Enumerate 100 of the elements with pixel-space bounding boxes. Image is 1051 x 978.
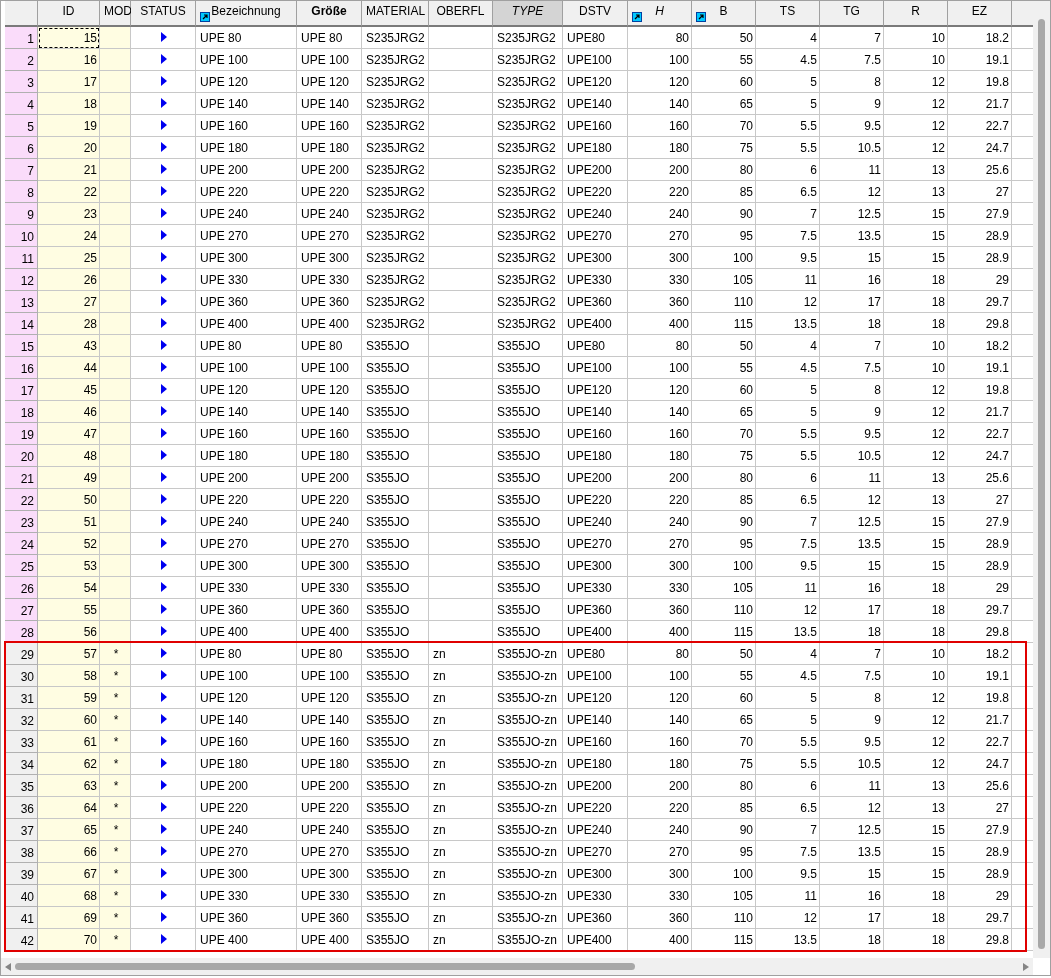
row-header[interactable]: 32 xyxy=(5,709,38,731)
table-cell: UPE 180 xyxy=(297,137,362,159)
vertical-scrollbar[interactable] xyxy=(1033,1,1050,958)
row-header[interactable]: 24 xyxy=(5,533,38,555)
column-header[interactable]: Größe xyxy=(297,1,362,27)
row-header[interactable]: 4 xyxy=(5,93,38,115)
row-header[interactable]: 26 xyxy=(5,577,38,599)
table-cell: UPE220 xyxy=(563,181,628,203)
row-header[interactable]: 34 xyxy=(5,753,38,775)
scroll-left-icon[interactable] xyxy=(5,962,11,971)
table-cell: S235JRG2 xyxy=(493,313,563,335)
row-header[interactable]: 21 xyxy=(5,467,38,489)
row-header[interactable]: 19 xyxy=(5,423,38,445)
row-header[interactable]: 39 xyxy=(5,863,38,885)
column-header[interactable]: H xyxy=(628,1,692,27)
row-header[interactable]: 30 xyxy=(5,665,38,687)
table-cell: UPE 360 xyxy=(297,291,362,313)
table-cell: 28 xyxy=(38,313,100,335)
column-header[interactable]: TG xyxy=(820,1,884,27)
table-cell: UPE 200 xyxy=(297,775,362,797)
row-header[interactable]: 12 xyxy=(5,269,38,291)
table-cell: 13.5 xyxy=(820,533,884,555)
column-header[interactable]: TYPE xyxy=(493,1,563,27)
triangle-icon xyxy=(161,142,167,152)
row-header[interactable]: 3 xyxy=(5,71,38,93)
table-cell: UPE 200 xyxy=(297,159,362,181)
column-header[interactable]: MOD xyxy=(100,1,131,27)
row-header[interactable]: 10 xyxy=(5,225,38,247)
table-cell: 180 xyxy=(628,445,692,467)
row-header[interactable]: 8 xyxy=(5,181,38,203)
column-header[interactable]: STATUS xyxy=(131,1,196,27)
table-cell: 68 xyxy=(38,885,100,907)
row-header[interactable]: 42 xyxy=(5,929,38,951)
table-cell: S355JO-zn xyxy=(493,775,563,797)
row-header[interactable]: 27 xyxy=(5,599,38,621)
row-header[interactable]: 15 xyxy=(5,335,38,357)
row-header[interactable]: 1 xyxy=(5,27,38,49)
column-header[interactable]: DSTV xyxy=(563,1,628,27)
row-header[interactable]: 16 xyxy=(5,357,38,379)
row-header[interactable]: 25 xyxy=(5,555,38,577)
table-cell: UPE 120 xyxy=(297,71,362,93)
table-cell xyxy=(429,269,493,291)
triangle-icon xyxy=(161,714,167,724)
table-cell: 360 xyxy=(628,291,692,313)
column-header[interactable]: TS xyxy=(756,1,820,27)
table-cell: 20 xyxy=(38,137,100,159)
table-cell: 59 xyxy=(38,687,100,709)
table-cell: 19.1 xyxy=(948,665,1012,687)
row-header[interactable]: 18 xyxy=(5,401,38,423)
row-header[interactable]: 33 xyxy=(5,731,38,753)
column-header[interactable]: ID xyxy=(38,1,100,27)
row-header[interactable]: 17 xyxy=(5,379,38,401)
column-header[interactable]: OBERFL xyxy=(429,1,493,27)
horizontal-scrollbar[interactable] xyxy=(1,958,1033,975)
row-header[interactable]: 35 xyxy=(5,775,38,797)
row-header[interactable]: 28 xyxy=(5,621,38,643)
row-header[interactable]: 5 xyxy=(5,115,38,137)
triangle-icon xyxy=(161,296,167,306)
triangle-icon xyxy=(161,560,167,570)
row-header[interactable]: 11 xyxy=(5,247,38,269)
row-header[interactable]: 40 xyxy=(5,885,38,907)
triangle-icon xyxy=(161,824,167,834)
table-cell: 100 xyxy=(628,357,692,379)
row-header[interactable]: 23 xyxy=(5,511,38,533)
table-cell xyxy=(429,115,493,137)
row-header[interactable]: 13 xyxy=(5,291,38,313)
row-header[interactable]: 41 xyxy=(5,907,38,929)
row-header[interactable]: 6 xyxy=(5,137,38,159)
row-header[interactable]: 36 xyxy=(5,797,38,819)
row-header[interactable]: 29 xyxy=(5,643,38,665)
row-header[interactable]: 7 xyxy=(5,159,38,181)
scroll-right-icon[interactable] xyxy=(1023,962,1029,971)
table-cell: UPE270 xyxy=(563,533,628,555)
column-header[interactable]: Bezeichnung xyxy=(196,1,297,27)
row-header[interactable]: 37 xyxy=(5,819,38,841)
table-cell: S355JO xyxy=(362,533,429,555)
table-cell: 47 xyxy=(38,423,100,445)
table-cell: 28.9 xyxy=(948,225,1012,247)
column-header[interactable]: MATERIAL xyxy=(362,1,429,27)
table-cell: 270 xyxy=(628,225,692,247)
table-cell: 67 xyxy=(38,863,100,885)
table-cell: UPE 80 xyxy=(297,27,362,49)
table-cell: UPE 240 xyxy=(196,511,297,533)
table-cell: UPE270 xyxy=(563,841,628,863)
header-corner[interactable] xyxy=(5,1,38,27)
column-header[interactable]: B xyxy=(692,1,756,27)
column-header[interactable]: EZ xyxy=(948,1,1012,27)
row-header[interactable]: 38 xyxy=(5,841,38,863)
table-cell: 75 xyxy=(692,445,756,467)
column-header[interactable]: R xyxy=(884,1,948,27)
table-cell: 11 xyxy=(820,775,884,797)
table-cell: S355JO xyxy=(362,709,429,731)
row-header[interactable]: 9 xyxy=(5,203,38,225)
row-header[interactable]: 22 xyxy=(5,489,38,511)
row-header[interactable]: 2 xyxy=(5,49,38,71)
row-header[interactable]: 14 xyxy=(5,313,38,335)
table-cell: S235JRG2 xyxy=(362,269,429,291)
row-header[interactable]: 31 xyxy=(5,687,38,709)
row-header[interactable]: 20 xyxy=(5,445,38,467)
table-cell: S235JRG2 xyxy=(362,181,429,203)
